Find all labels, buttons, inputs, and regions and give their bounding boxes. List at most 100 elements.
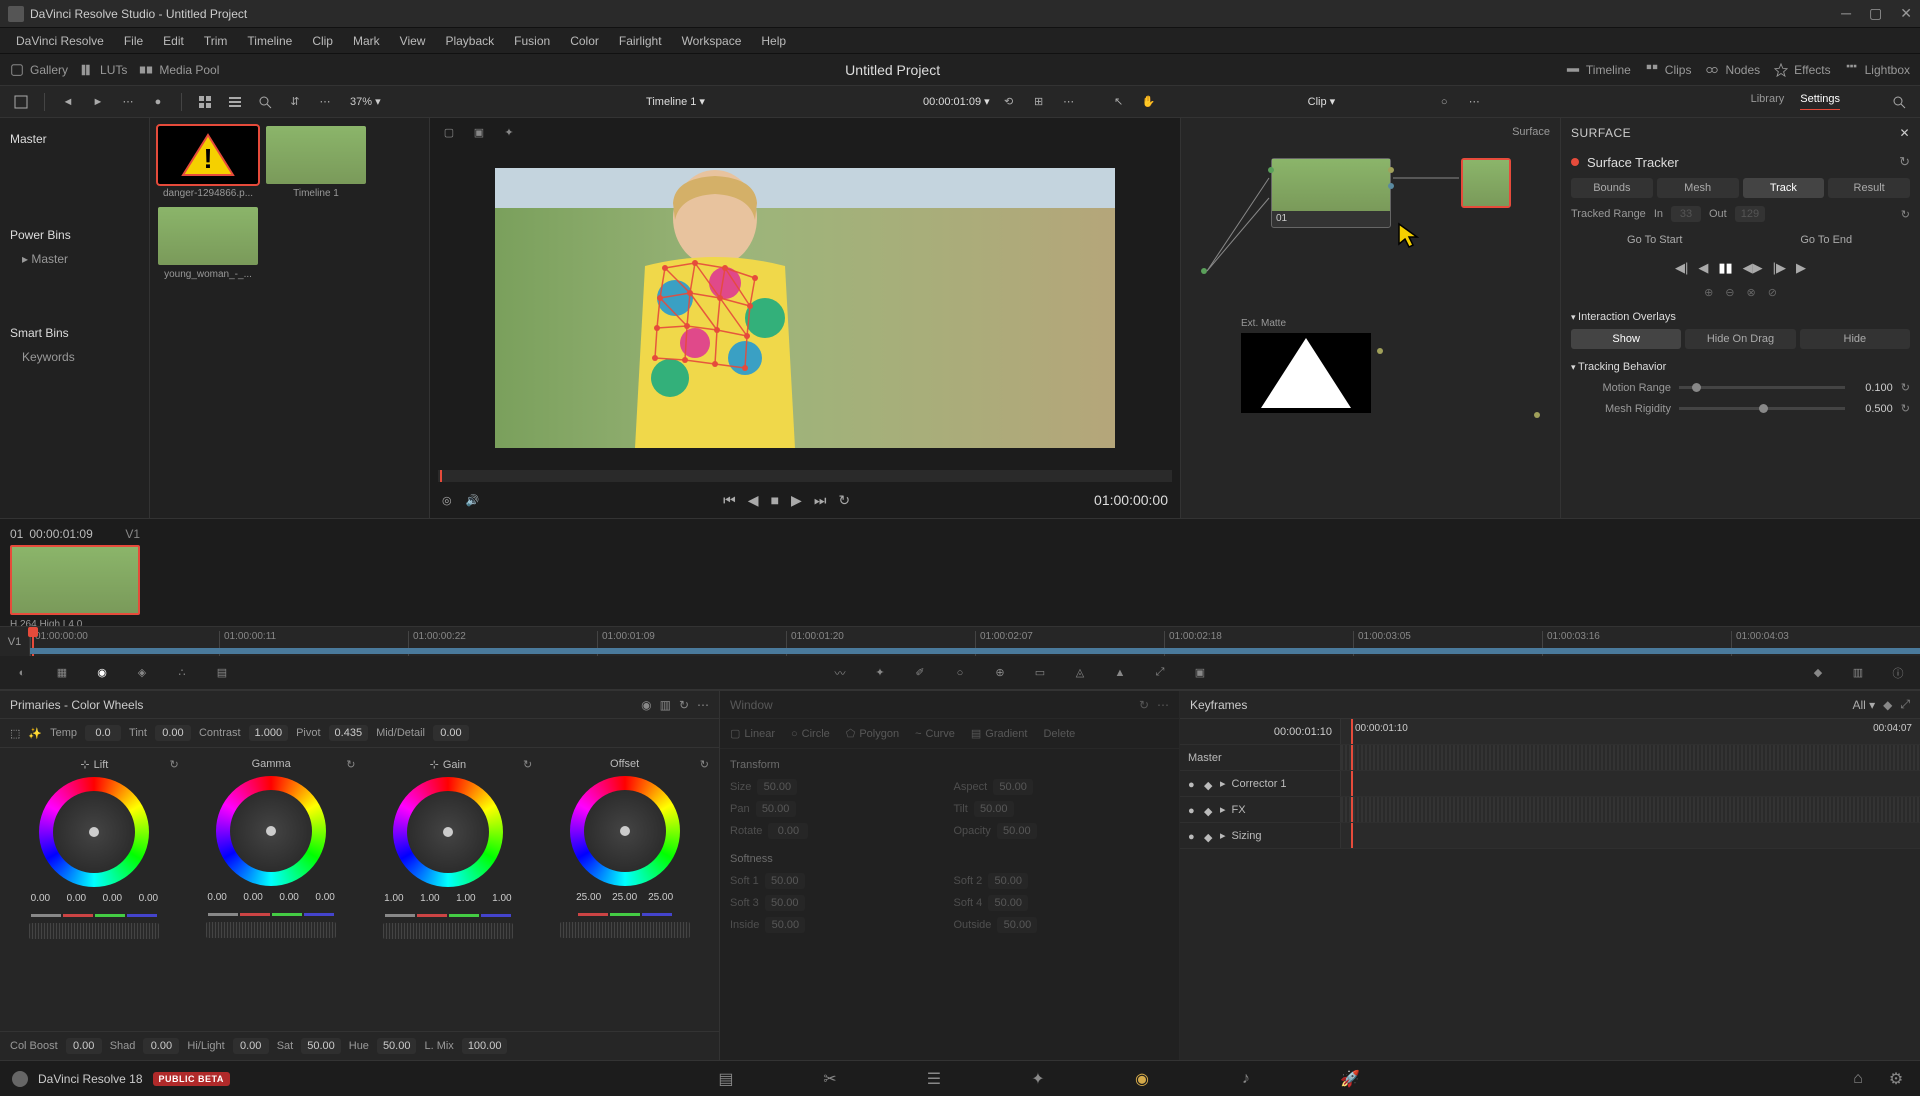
search-effects-button[interactable] [1888, 91, 1910, 113]
media-page-button[interactable]: ▤ [714, 1067, 738, 1091]
mesh-rigidity-slider[interactable] [1679, 407, 1845, 410]
black-point-picker[interactable]: ⊹ [80, 758, 89, 771]
result-tab[interactable]: Result [1828, 178, 1910, 198]
wheels-options-button[interactable]: ⋯ [697, 698, 709, 712]
mesh-tab[interactable]: Mesh [1657, 178, 1739, 198]
sizing-palette[interactable]: ⤢ [1150, 663, 1170, 683]
next-still-button[interactable]: ► [87, 91, 109, 113]
settings-tab[interactable]: Settings [1800, 93, 1840, 110]
info-button[interactable]: ⓘ [1888, 663, 1908, 683]
inside-value[interactable]: 50.00 [765, 917, 805, 933]
output-dot[interactable] [1534, 412, 1540, 418]
media-pool-toggle[interactable]: Media Pool [139, 63, 219, 77]
kf-lock-icon[interactable]: ◆ [1204, 779, 1214, 789]
menu-mark[interactable]: Mark [345, 30, 388, 52]
edit-page-button[interactable]: ☰ [922, 1067, 946, 1091]
window-palette[interactable]: ○ [950, 663, 970, 683]
kf-expand-fx[interactable]: ▸ [1220, 803, 1226, 816]
close-button[interactable]: ✕ [1900, 5, 1912, 22]
luts-toggle[interactable]: LUTs [80, 63, 127, 77]
key-palette[interactable]: ▲ [1110, 663, 1130, 683]
hilite-value[interactable]: 0.00 [233, 1038, 269, 1054]
master-bin[interactable]: Master [6, 126, 143, 152]
clip-dropdown[interactable]: Clip ▾ [1308, 95, 1336, 108]
media-clip[interactable]: ! danger-1294866.p... [158, 126, 258, 199]
power-bins-master[interactable]: ▸ Master [6, 248, 143, 270]
shape-linear[interactable]: ▢ Linear [730, 727, 775, 740]
shape-delete[interactable]: Delete [1043, 727, 1075, 740]
hdr-palette-icon[interactable]: ◈ [132, 663, 152, 683]
goto-end-button[interactable]: Go To End [1743, 230, 1911, 250]
motion-effects-palette[interactable]: ▤ [212, 663, 232, 683]
bounds-tab[interactable]: Bounds [1571, 178, 1653, 198]
motion-range-value[interactable]: 0.100 [1853, 382, 1893, 394]
first-frame-button[interactable]: ⏮ [723, 492, 736, 509]
gamma-wheel[interactable] [216, 776, 326, 886]
track-tool-icon[interactable]: ⊘ [1768, 286, 1777, 299]
media-clip[interactable]: Timeline 1 [266, 126, 366, 199]
kf-ruler[interactable]: 00:00:01:10 00:04:07 [1340, 719, 1920, 744]
keyframes-expand-button[interactable]: ⤢ [1900, 697, 1910, 712]
viewer-highlight-button[interactable]: ▢ [438, 121, 460, 143]
menu-trim[interactable]: Trim [196, 30, 236, 52]
timeline-clip-bar[interactable] [30, 648, 1920, 654]
interaction-overlays-header[interactable]: Interaction Overlays [1571, 311, 1910, 323]
keyframe-mode-button[interactable]: ◆ [1808, 663, 1828, 683]
outside-value[interactable]: 50.00 [997, 917, 1037, 933]
mid-detail-value[interactable]: 0.00 [433, 725, 469, 741]
gain-reset[interactable]: ↻ [523, 758, 532, 771]
soft1-value[interactable]: 50.00 [765, 873, 805, 889]
temp-value[interactable]: 0.0 [85, 725, 121, 741]
fusion-page-button[interactable]: ✦ [1026, 1067, 1050, 1091]
contrast-value[interactable]: 1.000 [249, 725, 289, 741]
kf-enable-toggle[interactable]: ● [1188, 779, 1198, 789]
gamma-master-slider[interactable] [206, 922, 336, 938]
sort-button[interactable]: ⇵ [284, 91, 306, 113]
matte-output[interactable] [1377, 348, 1383, 354]
soft2-value[interactable]: 50.00 [988, 873, 1028, 889]
3d-palette[interactable]: ▣ [1190, 663, 1210, 683]
kf-expand-corrector[interactable]: ▸ [1220, 777, 1226, 790]
col-boost-value[interactable]: 0.00 [66, 1038, 102, 1054]
mesh-rigidity-reset[interactable]: ↻ [1901, 402, 1910, 415]
search-button[interactable] [254, 91, 276, 113]
kf-lock-icon[interactable]: ◆ [1204, 831, 1214, 841]
color-wheels-palette[interactable]: ◉ [92, 663, 112, 683]
rgb-mixer-palette[interactable]: ∴ [172, 663, 192, 683]
lift-wheel[interactable] [39, 777, 149, 887]
timeline-toggle[interactable]: Timeline [1566, 63, 1631, 77]
lift-master-slider[interactable] [29, 923, 159, 939]
range-reset-button[interactable]: ↻ [1901, 208, 1910, 221]
kf-track-corrector[interactable] [1340, 771, 1920, 796]
track-header[interactable]: V1 [0, 627, 30, 656]
color-warper-palette[interactable]: ✦ [870, 663, 890, 683]
menu-davinci[interactable]: DaVinci Resolve [8, 30, 112, 52]
bypass-grades-button[interactable]: ◎ [442, 494, 452, 507]
gamma-reset[interactable]: ↻ [346, 758, 355, 771]
clips-toggle[interactable]: Clips [1645, 63, 1692, 77]
select-tool[interactable]: ↖ [1108, 91, 1130, 113]
sat-value[interactable]: 50.00 [301, 1038, 341, 1054]
tracker-palette[interactable]: ⊕ [990, 663, 1010, 683]
menu-edit[interactable]: Edit [155, 30, 192, 52]
offset-reset[interactable]: ↻ [700, 758, 709, 771]
viewer-timecode[interactable]: 00:00:01:09 ▾ [923, 95, 990, 108]
pan-value[interactable]: 50.00 [756, 801, 796, 817]
image-wipe-button[interactable]: ⟲ [998, 91, 1020, 113]
lmix-value[interactable]: 100.00 [462, 1038, 508, 1054]
project-settings-button[interactable]: ⚙ [1884, 1067, 1908, 1091]
offset-wheel[interactable] [570, 776, 680, 886]
last-frame-button[interactable]: ⏭ [814, 492, 827, 509]
node-01[interactable]: 01 [1271, 158, 1391, 228]
track-tab[interactable]: Track [1743, 178, 1825, 198]
library-tab[interactable]: Library [1751, 93, 1785, 110]
wheels-reset-button[interactable]: ↻ [679, 698, 689, 712]
pivot-value[interactable]: 0.435 [329, 725, 369, 741]
color-match-palette[interactable]: ▦ [52, 663, 72, 683]
source-input-dot[interactable] [1201, 268, 1207, 274]
viewer-unmix-button[interactable]: ▣ [468, 121, 490, 143]
shad-value[interactable]: 0.00 [143, 1038, 179, 1054]
gain-wheel[interactable] [393, 777, 503, 887]
smart-bins-header[interactable]: Smart Bins [6, 320, 143, 346]
tint-value[interactable]: 0.00 [155, 725, 191, 741]
